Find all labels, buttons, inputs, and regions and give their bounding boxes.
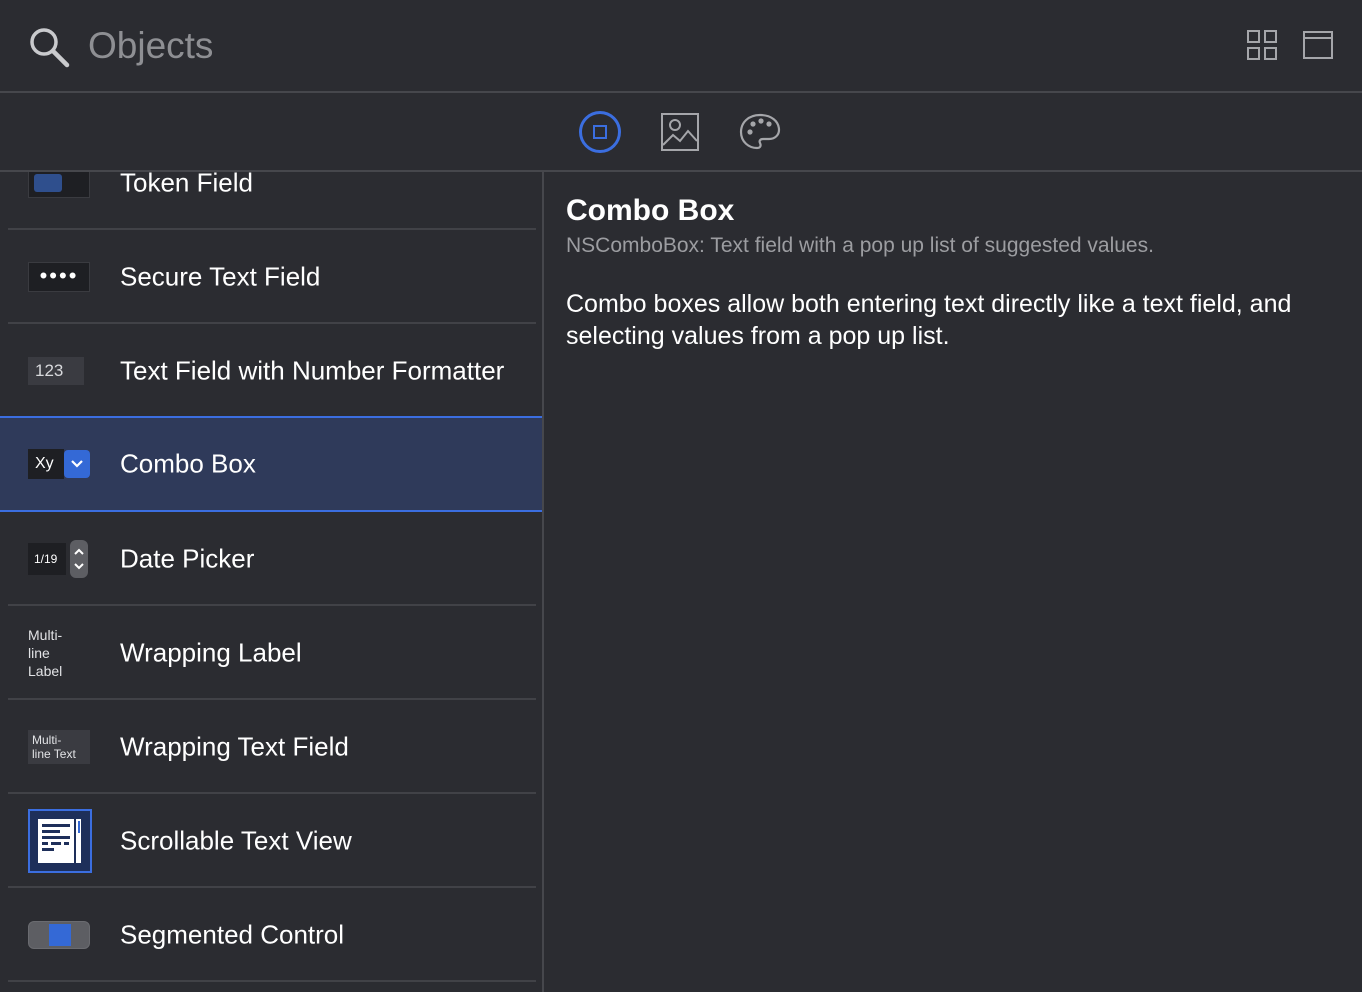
list-item-wrapping-text-field[interactable]: Multi- line Text Wrapping Text Field <box>0 700 542 794</box>
number-field-thumbnail: 123 <box>28 357 84 385</box>
wrapping-label-thumbnail: Multi- line Label <box>28 626 88 680</box>
list-item-secure-text-field[interactable]: •••• Secure Text Field <box>0 230 542 324</box>
detail-view-icon[interactable] <box>1303 30 1333 60</box>
list-item-label: Wrapping Label <box>120 637 302 668</box>
scrollable-text-view-thumbnail <box>28 809 92 873</box>
image-icon <box>661 113 699 151</box>
library-tabs <box>0 93 1362 172</box>
list-item-label: Token Field <box>120 172 253 198</box>
list-item-label: Combo Box <box>120 448 256 479</box>
object-library-window: Token Field •••• Secure Text Field 123 T… <box>0 0 1362 992</box>
list-item-label: Date Picker <box>120 543 255 574</box>
list-item-token-field[interactable]: Token Field <box>0 172 542 230</box>
token-field-thumbnail <box>28 172 90 198</box>
list-item-label: Segmented Control <box>120 919 345 950</box>
palette-icon <box>739 113 781 150</box>
tab-media[interactable] <box>658 110 702 154</box>
wrapping-text-field-thumbnail: Multi- line Text <box>28 730 90 764</box>
search-input[interactable] <box>88 22 988 70</box>
chevron-down-icon <box>64 450 90 478</box>
list-item-label: Scrollable Text View <box>120 825 352 856</box>
thumb-line: Label <box>28 663 63 679</box>
grid-view-icon[interactable] <box>1247 30 1277 60</box>
thumb-line: Multi- <box>32 733 62 747</box>
list-item-label: Wrapping Text Field <box>120 731 349 762</box>
thumb-line: line Text <box>32 747 76 761</box>
list-item-date-picker[interactable]: 1/19 Date Picker <box>0 512 542 606</box>
row-divider <box>8 980 536 982</box>
date-picker-thumbnail: 1/19 <box>28 540 90 578</box>
list-item-wrapping-label[interactable]: Multi- line Label Wrapping Label <box>0 606 542 700</box>
segmented-control-thumbnail <box>28 921 90 949</box>
combo-box-thumb-field: Xy <box>28 449 64 479</box>
detail-subtitle: NSComboBox: Text field with a pop up lis… <box>566 234 1154 257</box>
list-item-label: Text Field with Number Formatter <box>120 355 505 386</box>
date-picker-thumb-field: 1/19 <box>28 543 66 575</box>
list-item-label: Secure Text Field <box>120 261 321 292</box>
detail-pane: Combo Box NSComboBox: Text field with a … <box>546 172 1362 992</box>
list-item-combo-box[interactable]: Xy Combo Box <box>0 416 542 512</box>
secure-text-field-thumbnail: •••• <box>28 262 90 292</box>
detail-description: Combo boxes allow both entering text dir… <box>566 290 1292 350</box>
list-item-number-formatter[interactable]: 123 Text Field with Number Formatter <box>0 324 542 418</box>
tab-objects[interactable] <box>578 110 622 154</box>
stepper-icon <box>70 540 88 578</box>
list-item-segmented-control[interactable]: Segmented Control <box>0 888 542 982</box>
search-bar <box>0 0 1362 93</box>
search-icon <box>30 28 70 68</box>
tab-colors[interactable] <box>738 110 782 154</box>
list-item-scrollable-text-view[interactable]: Scrollable Text View <box>0 794 542 888</box>
detail-title: Combo Box <box>566 194 735 227</box>
square-in-circle-icon <box>579 111 621 153</box>
thumb-line: Multi- <box>28 627 63 643</box>
object-list: Token Field •••• Secure Text Field 123 T… <box>0 172 544 992</box>
combo-box-thumbnail: Xy <box>28 449 90 479</box>
thumb-line: line <box>28 645 50 661</box>
